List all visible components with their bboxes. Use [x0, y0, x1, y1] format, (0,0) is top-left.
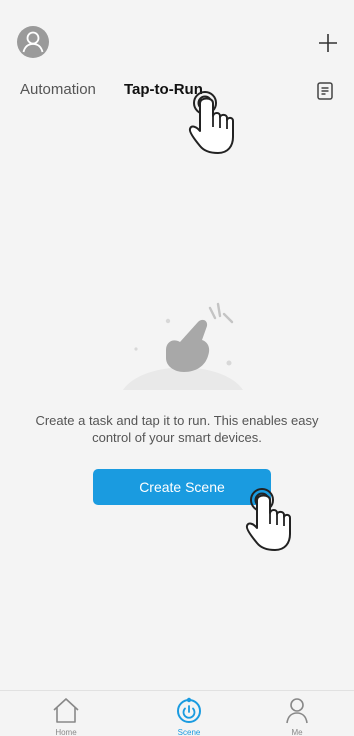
- tap-hand-icon: [240, 484, 298, 552]
- hand-tap-illustration: [118, 300, 248, 395]
- empty-state-message: Create a task and tap it to run. This en…: [35, 413, 319, 445]
- plus-icon[interactable]: [316, 31, 340, 55]
- nav-scene[interactable]: Scene: [154, 691, 224, 736]
- nav-home[interactable]: Home: [31, 691, 101, 736]
- top-bar: [0, 0, 354, 75]
- scene-tabs: Automation Tap-to-Run: [0, 75, 354, 107]
- tap-hand-icon: [183, 87, 241, 155]
- nav-me[interactable]: Me: [262, 691, 332, 736]
- scene-power-icon: [177, 697, 201, 723]
- nav-me-label: Me: [291, 728, 303, 736]
- user-avatar-icon[interactable]: [17, 26, 49, 58]
- document-log-icon[interactable]: [314, 80, 336, 102]
- nav-scene-label: Scene: [177, 728, 201, 736]
- tab-automation[interactable]: Automation: [20, 81, 96, 99]
- person-icon: [286, 698, 308, 724]
- bottom-nav: Home Scene Me: [0, 690, 354, 736]
- nav-home-label: Home: [55, 728, 77, 736]
- home-icon: [53, 698, 79, 723]
